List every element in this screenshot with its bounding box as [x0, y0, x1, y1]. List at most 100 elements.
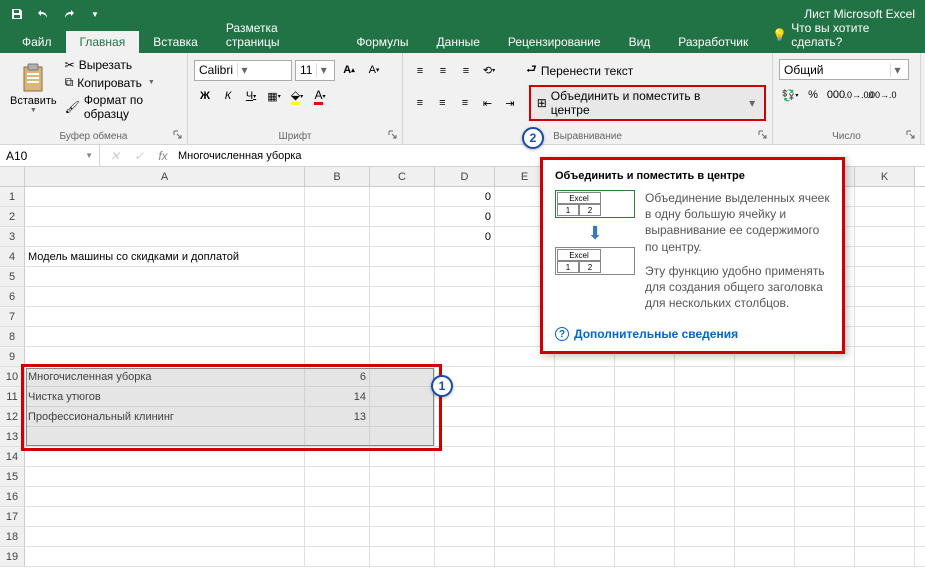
italic-button[interactable]: К: [217, 85, 239, 107]
cell[interactable]: [495, 527, 555, 546]
align-top-icon[interactable]: ≡: [409, 60, 431, 82]
cell[interactable]: [435, 527, 495, 546]
cell[interactable]: [615, 527, 675, 546]
font-name-combo[interactable]: Calibri▾: [194, 60, 292, 81]
cell[interactable]: [305, 467, 370, 486]
increase-font-icon[interactable]: A▴: [338, 59, 360, 81]
increase-indent-icon[interactable]: ⇥: [499, 92, 521, 114]
cell[interactable]: [25, 227, 305, 246]
cell[interactable]: [435, 327, 495, 346]
cell[interactable]: [555, 427, 615, 446]
cell[interactable]: [675, 467, 735, 486]
cell[interactable]: [25, 307, 305, 326]
cell[interactable]: [555, 527, 615, 546]
cell[interactable]: [25, 527, 305, 546]
cell[interactable]: 0: [435, 227, 495, 246]
cell[interactable]: [435, 407, 495, 426]
cell[interactable]: [855, 407, 915, 426]
cell[interactable]: [615, 387, 675, 406]
cell[interactable]: [735, 487, 795, 506]
cell[interactable]: [435, 267, 495, 286]
cell[interactable]: [855, 327, 915, 346]
font-color-button[interactable]: A▾: [309, 85, 331, 107]
cell[interactable]: [435, 487, 495, 506]
row-header[interactable]: 14: [0, 447, 25, 466]
row-header[interactable]: 15: [0, 467, 25, 486]
cell[interactable]: [435, 247, 495, 266]
cell[interactable]: [370, 187, 435, 206]
cell[interactable]: [855, 367, 915, 386]
cell[interactable]: [615, 447, 675, 466]
cell[interactable]: [495, 427, 555, 446]
cell[interactable]: [305, 527, 370, 546]
dialog-launcher-icon[interactable]: [173, 130, 183, 140]
tab-insert[interactable]: Вставка: [139, 31, 212, 53]
cell[interactable]: [615, 467, 675, 486]
cell[interactable]: [675, 367, 735, 386]
cell[interactable]: Модель машины со скидками и доплатой: [25, 247, 305, 266]
dialog-launcher-icon[interactable]: [758, 130, 768, 140]
cell[interactable]: [855, 287, 915, 306]
align-middle-icon[interactable]: ≡: [432, 60, 454, 82]
enter-icon[interactable]: ✓: [130, 147, 148, 165]
tell-me-search[interactable]: 💡 Что вы хотите сделать?: [762, 17, 925, 53]
col-header[interactable]: A: [25, 167, 305, 186]
cell[interactable]: [795, 427, 855, 446]
cell[interactable]: [795, 447, 855, 466]
cell[interactable]: [370, 487, 435, 506]
cell[interactable]: [435, 447, 495, 466]
cell[interactable]: [615, 507, 675, 526]
row-header[interactable]: 11: [0, 387, 25, 406]
row-header[interactable]: 4: [0, 247, 25, 266]
tooltip-more-info-link[interactable]: ? Дополнительные сведения: [555, 327, 830, 341]
cell[interactable]: [735, 547, 795, 566]
cell[interactable]: [735, 467, 795, 486]
cell[interactable]: [305, 487, 370, 506]
cell[interactable]: [25, 507, 305, 526]
cell[interactable]: [855, 307, 915, 326]
cell[interactable]: [370, 467, 435, 486]
row-header[interactable]: 2: [0, 207, 25, 226]
cell[interactable]: [305, 447, 370, 466]
cell[interactable]: [435, 507, 495, 526]
cell[interactable]: [495, 447, 555, 466]
cell[interactable]: [25, 347, 305, 366]
fill-color-button[interactable]: ⬙▾: [286, 85, 308, 107]
cell[interactable]: [25, 467, 305, 486]
cell[interactable]: [615, 427, 675, 446]
cell[interactable]: [370, 547, 435, 566]
cell[interactable]: [795, 367, 855, 386]
cell[interactable]: [555, 507, 615, 526]
cell[interactable]: [675, 487, 735, 506]
cell[interactable]: [735, 367, 795, 386]
number-format-combo[interactable]: Общий▾: [779, 59, 909, 80]
qat-dropdown-icon[interactable]: ▼: [84, 3, 106, 25]
cell[interactable]: [855, 547, 915, 566]
cell[interactable]: [370, 247, 435, 266]
cell[interactable]: 0: [435, 207, 495, 226]
cell[interactable]: [370, 347, 435, 366]
tab-review[interactable]: Рецензирование: [494, 31, 615, 53]
row-header[interactable]: 13: [0, 427, 25, 446]
cell[interactable]: [305, 267, 370, 286]
cell[interactable]: [370, 287, 435, 306]
font-size-combo[interactable]: 11▾: [295, 60, 335, 81]
cell[interactable]: [25, 447, 305, 466]
cell[interactable]: [25, 547, 305, 566]
decrease-indent-icon[interactable]: ⇤: [477, 92, 499, 114]
border-button[interactable]: ▦▾: [263, 85, 285, 107]
cell[interactable]: [305, 187, 370, 206]
cell[interactable]: [795, 547, 855, 566]
paste-button[interactable]: Вставить ▼: [6, 55, 61, 121]
cell[interactable]: [735, 507, 795, 526]
merge-center-button[interactable]: ⊞ Объединить и поместить в центре ▾: [529, 85, 766, 121]
cell[interactable]: [305, 307, 370, 326]
cell[interactable]: [25, 267, 305, 286]
cell[interactable]: [615, 547, 675, 566]
tab-view[interactable]: Вид: [615, 31, 665, 53]
cell[interactable]: [305, 347, 370, 366]
align-right-icon[interactable]: ≡: [454, 92, 476, 114]
cell[interactable]: [555, 447, 615, 466]
cell[interactable]: [795, 407, 855, 426]
cell[interactable]: [435, 347, 495, 366]
